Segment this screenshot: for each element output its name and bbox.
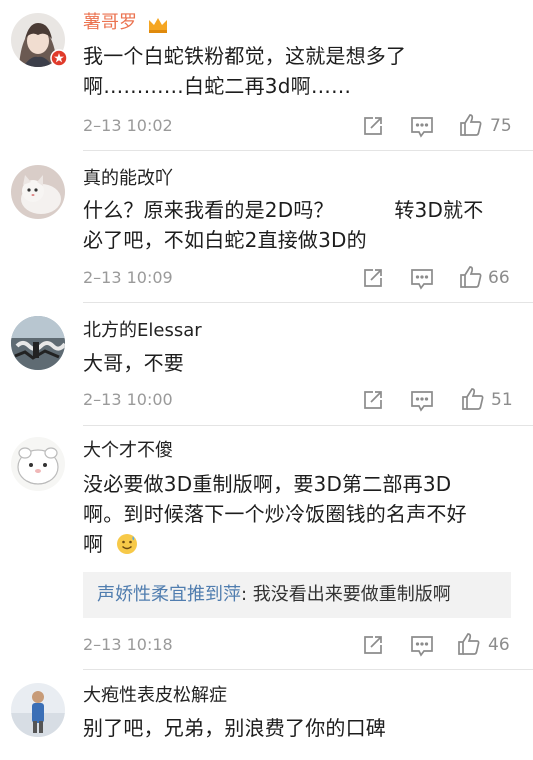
- timestamp: 2–13 10:02: [83, 116, 173, 135]
- thumbs-up-icon[interactable]: [461, 387, 485, 415]
- crown-icon: [147, 15, 169, 39]
- like-count: 51: [491, 390, 513, 410]
- timestamp: 2–13 10:00: [83, 390, 173, 409]
- timestamp: 2–13 10:09: [83, 268, 173, 287]
- comment-item: 大个才不傻 没必要做3D重制版啊，要3D第二部再3D 啊。到时候落下一个炒冷饭圈…: [0, 425, 533, 670]
- share-icon[interactable]: [362, 634, 384, 660]
- share-icon[interactable]: [362, 115, 384, 141]
- timestamp: 2–13 10:18: [83, 635, 173, 654]
- comment-text-line: 啊。到时候落下一个炒冷饭圈钱的名声不好: [83, 502, 467, 526]
- comment-text-line: 什么？原来我看的是2D吗？ 转3D就不: [83, 198, 484, 222]
- comment-text: 我一个白蛇铁粉都觉，这就是想多了 啊…………白蛇二再3d啊……: [83, 41, 513, 101]
- like-count: 66: [488, 268, 510, 288]
- comment-text: 大哥，不要: [83, 348, 513, 378]
- comment-text: 什么？原来我看的是2D吗？ 转3D就不 必了吧，不如白蛇2直接做3D的: [83, 195, 513, 255]
- username[interactable]: 大个才不傻: [83, 440, 173, 462]
- comment-text-line: 必了吧，不如白蛇2直接做3D的: [83, 228, 367, 252]
- comment-text-line: 啊: [83, 529, 513, 563]
- reply-text: : 我没看出来要做重制版啊: [241, 584, 451, 605]
- thumbs-up-icon[interactable]: [459, 113, 483, 141]
- comment-text-fragment: 啊: [83, 532, 104, 556]
- username[interactable]: 薯哥罗: [83, 12, 137, 34]
- reply-preview[interactable]: 声娇性柔宜推到萍: 我没看出来要做重制版啊: [83, 572, 511, 618]
- comment-icon[interactable]: [410, 635, 434, 661]
- comment-item: 真的能改吖 什么？原来我看的是2D吗？ 转3D就不 必了吧，不如白蛇2直接做3D…: [0, 151, 533, 303]
- comment-text-line: 啊…………白蛇二再3d啊……: [83, 74, 352, 98]
- comment-item: 薯哥罗 我一个白蛇铁粉都觉，这就是想多了 啊…………白蛇二再3d啊…… 2–13…: [0, 0, 533, 151]
- share-icon[interactable]: [362, 389, 384, 415]
- comment-item: 北方的Elessar 大哥，不要 2–13 10:00 51: [0, 303, 533, 426]
- sweat-smile-emoji: [116, 533, 138, 563]
- user-avatar[interactable]: [11, 437, 65, 491]
- like-count: 46: [488, 635, 510, 655]
- user-avatar[interactable]: [11, 316, 65, 370]
- username[interactable]: 大疱性表皮松解症: [83, 685, 227, 707]
- share-icon[interactable]: [362, 267, 384, 293]
- reply-username[interactable]: 声娇性柔宜推到萍: [97, 584, 241, 605]
- comment-text-line: 大哥，不要: [83, 351, 184, 375]
- comment-text: 没必要做3D重制版啊，要3D第二部再3D 啊。到时候落下一个炒冷饭圈钱的名声不好…: [83, 469, 513, 563]
- username[interactable]: 北方的Elessar: [83, 320, 202, 342]
- thumbs-up-icon[interactable]: [459, 265, 483, 293]
- comment-text: 别了吧，兄弟，别浪费了你的口碑: [83, 713, 513, 743]
- thumbs-up-icon[interactable]: [457, 632, 481, 660]
- comment-icon[interactable]: [410, 116, 434, 142]
- comment-icon[interactable]: [410, 268, 434, 294]
- comment-text-line: 没必要做3D重制版啊，要3D第二部再3D: [83, 472, 452, 496]
- comment-text-line: 别了吧，兄弟，别浪费了你的口碑: [83, 716, 386, 740]
- comment-icon[interactable]: [410, 390, 434, 416]
- like-count: 75: [490, 116, 512, 136]
- user-avatar[interactable]: [11, 683, 65, 737]
- verified-badge-icon: [50, 49, 68, 71]
- comment-text-line: 我一个白蛇铁粉都觉，这就是想多了: [83, 44, 407, 68]
- user-avatar[interactable]: [11, 165, 65, 219]
- username[interactable]: 真的能改吖: [83, 168, 173, 190]
- comment-item: 大疱性表皮松解症 别了吧，兄弟，别浪费了你的口碑: [0, 670, 533, 760]
